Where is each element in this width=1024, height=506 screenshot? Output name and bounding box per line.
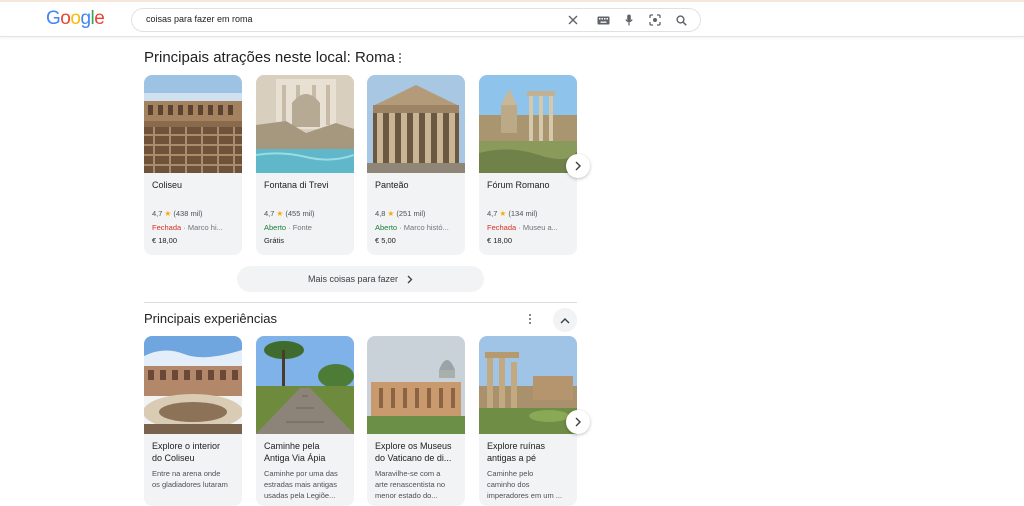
attraction-card-panteao[interactable]: Panteão 4,8 ★ (251 mil) Aberto · Marco h…	[367, 75, 465, 255]
search-icon[interactable]	[674, 13, 688, 27]
experience-description: Caminhe pelo caminho dos imperadores em um…	[487, 469, 563, 500]
search-box[interactable]: coisas para fazer em roma	[131, 8, 701, 32]
star-icon: ★	[276, 209, 284, 218]
search-input[interactable]: coisas para fazer em roma	[146, 14, 253, 24]
experience-title: Explore ruínas antigas a pé	[487, 441, 546, 463]
lens-icon[interactable]	[648, 13, 662, 27]
attractions-title: Principais atrações neste local: Roma	[144, 49, 395, 66]
chevron-right-icon	[575, 161, 581, 171]
star-icon: ★	[499, 209, 507, 218]
more-options-icon[interactable]	[394, 51, 406, 65]
microphone-icon[interactable]	[622, 13, 636, 27]
experiences-next-button[interactable]	[566, 410, 590, 434]
experience-description: Maravilhe-se com a arte renascentista no m…	[375, 469, 446, 500]
star-icon: ★	[164, 209, 172, 218]
chevron-right-icon	[407, 275, 413, 283]
attraction-rating: 4,8 ★ (251 mil)	[375, 209, 426, 218]
attraction-price: € 18,00	[152, 236, 178, 245]
experience-title: Caminhe pela Antiga Via Ápia	[264, 441, 326, 463]
experience-card-coliseu[interactable]: Explore o interior do Coliseu Entre na ar…	[144, 336, 242, 506]
experiences-title: Principais experiências	[144, 311, 277, 326]
section-divider	[144, 302, 577, 303]
experience-title: Explore os Museus do Vaticano de di...	[375, 441, 452, 463]
museus-vaticano-image	[367, 336, 465, 434]
attraction-rating: 4,7 ★ (455 mil)	[264, 209, 315, 218]
more-things-label: Mais coisas para fazer	[307, 274, 399, 284]
attraction-rating: 4,7 ★ (134 mil)	[487, 209, 538, 218]
attraction-status: Fechada · Marco hi...	[152, 223, 223, 232]
attractions-next-button[interactable]	[566, 154, 590, 178]
attraction-name: Fórum Romano	[487, 180, 550, 190]
experience-description: Caminhe por uma das estradas mais antigas…	[264, 469, 338, 500]
star-icon: ★	[387, 209, 395, 218]
coliseu-interior-image	[144, 336, 242, 434]
google-logo[interactable]: Google	[46, 8, 105, 30]
attraction-price: € 18,00	[487, 236, 513, 245]
attraction-price: Grátis	[264, 236, 285, 245]
attraction-name: Fontana di Trevi	[264, 180, 329, 190]
attraction-card-forum-romano[interactable]: Fórum Romano 4,7 ★ (134 mil) Fechada · M…	[479, 75, 577, 255]
attraction-card-fontana-di-trevi[interactable]: Fontana di Trevi 4,7 ★ (455 mil) Aberto …	[256, 75, 354, 255]
attraction-status: Aberto · Marco histó...	[375, 223, 449, 232]
experience-title: Explore o interior do Coliseu	[152, 441, 221, 463]
attraction-name: Panteão	[375, 180, 409, 190]
attraction-status: Fechada · Museu a...	[487, 223, 558, 232]
more-options-icon[interactable]	[524, 312, 536, 326]
search-header: Google coisas para fazer em roma	[0, 2, 1024, 37]
fontana-di-trevi-image	[256, 75, 354, 173]
attraction-rating: 4,7 ★ (438 mil)	[152, 209, 203, 218]
close-icon[interactable]	[566, 13, 580, 27]
chevron-right-icon	[575, 417, 581, 427]
panteao-image	[367, 75, 465, 173]
attraction-card-coliseu[interactable]: Coliseu 4,7 ★ (438 mil) Fechada · Marco …	[144, 75, 242, 255]
experience-card-via-apia[interactable]: Caminhe pela Antiga Via Ápia Caminhe por …	[256, 336, 354, 506]
attraction-status: Aberto · Fonte	[264, 223, 312, 232]
experience-card-ruinas[interactable]: Explore ruínas antigas a pé Caminhe pelo c…	[479, 336, 577, 506]
more-things-to-do-button[interactable]: Mais coisas para fazer	[237, 266, 484, 292]
experience-card-museus-vaticano[interactable]: Explore os Museus do Vaticano de di... Ma…	[367, 336, 465, 506]
collapse-button[interactable]	[553, 308, 577, 332]
attraction-price: € 5,00	[375, 236, 396, 245]
keyboard-icon[interactable]	[596, 13, 610, 27]
chevron-up-icon	[560, 317, 570, 323]
experience-description: Entre na arena onde os gladiadores lutara…	[152, 469, 228, 489]
ruinas-antigas-image	[479, 336, 577, 434]
via-apia-image	[256, 336, 354, 434]
forum-romano-image	[479, 75, 577, 173]
coliseu-image	[144, 75, 242, 173]
attraction-name: Coliseu	[152, 180, 183, 190]
